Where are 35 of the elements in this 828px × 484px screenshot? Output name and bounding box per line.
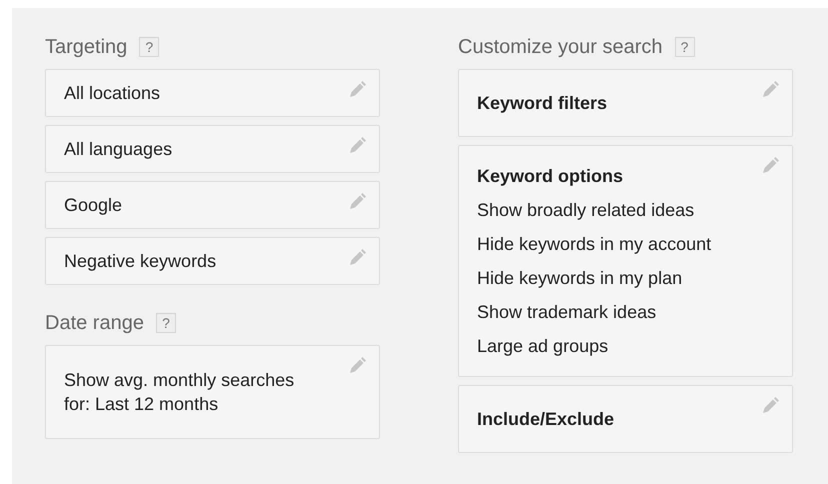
targeting-card[interactable]: Negative keywords	[45, 237, 380, 285]
targeting-card[interactable]: All languages	[45, 125, 380, 173]
targeting-card[interactable]: All locations	[45, 69, 380, 117]
pencil-icon[interactable]	[760, 80, 780, 100]
targeting-card[interactable]: Google	[45, 181, 380, 229]
help-icon[interactable]: ?	[674, 37, 695, 57]
card-text: Google	[64, 194, 124, 217]
option-text: Hide keywords in my account	[477, 233, 712, 256]
pencil-icon[interactable]	[347, 80, 367, 100]
pencil-icon[interactable]	[347, 136, 367, 156]
section-heading: Customize your search	[458, 35, 663, 60]
help-icon[interactable]: ?	[139, 37, 160, 57]
card-title: Keyword options	[477, 165, 624, 188]
option-text: Show trademark ideas	[477, 301, 658, 324]
card-text: All languages	[64, 138, 174, 161]
pencil-icon[interactable]	[347, 192, 367, 212]
card-text: All locations	[64, 82, 162, 105]
card-text: Negative keywords	[64, 250, 218, 273]
help-icon[interactable]: ?	[156, 313, 176, 333]
pencil-icon[interactable]	[347, 356, 367, 376]
card-title: Keyword filters	[477, 92, 608, 115]
option-card[interactable]: Keyword filters	[458, 69, 793, 137]
section-heading: Targeting	[45, 35, 128, 60]
card-text: Show avg. monthly searches for: Last 12 months	[64, 369, 296, 416]
pencil-icon[interactable]	[347, 248, 367, 268]
card-title: Include/Exclude	[477, 408, 616, 431]
option-card[interactable]: Keyword options Show broadly related ideas Hide keywords in my account Hide keywords in my plan Show trademark ideas Large ad groups	[458, 145, 793, 377]
section-heading: Date range	[45, 311, 144, 336]
option-text: Hide keywords in my plan	[477, 267, 684, 290]
pencil-icon[interactable]	[760, 156, 780, 176]
option-text: Show broadly related ideas	[477, 199, 696, 222]
targeting-card[interactable]: Show avg. monthly searches for: Last 12 months	[45, 345, 380, 439]
option-card[interactable]: Include/Exclude	[458, 385, 793, 453]
option-text: Large ad groups	[477, 335, 610, 358]
pencil-icon[interactable]	[760, 396, 780, 416]
